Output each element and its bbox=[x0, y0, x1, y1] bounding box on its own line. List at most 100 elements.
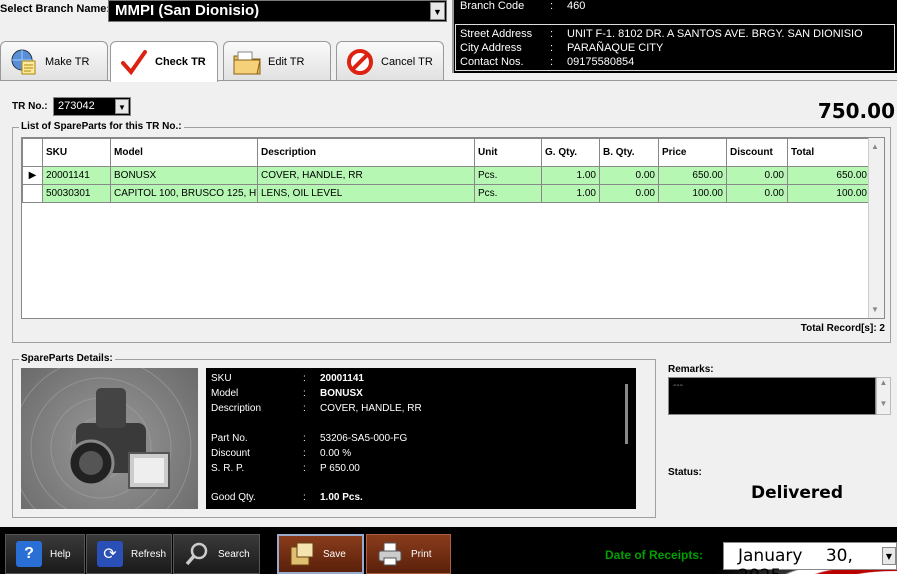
row-pointer-icon: ▶ bbox=[22, 166, 43, 185]
cell-price[interactable]: 650.00 bbox=[658, 166, 727, 185]
save-button[interactable]: Save bbox=[277, 534, 364, 574]
details-scrollbar[interactable] bbox=[625, 384, 628, 444]
refresh-icon: ⟳ bbox=[97, 541, 123, 567]
detail-model: BONUSX bbox=[320, 388, 363, 399]
scroll-down-icon[interactable]: ▼ bbox=[871, 305, 879, 314]
cell-description[interactable]: COVER, HANDLE, RR bbox=[257, 166, 475, 185]
col-sku[interactable]: SKU bbox=[42, 138, 111, 167]
tab-make-tr[interactable]: Make TR bbox=[0, 41, 108, 81]
tab-check-tr[interactable]: Check TR bbox=[110, 41, 218, 82]
detail-good-qty: 1.00 Pcs. bbox=[320, 492, 363, 503]
scroll-down-icon[interactable]: ▼ bbox=[877, 399, 890, 408]
checkmark-icon bbox=[119, 48, 149, 76]
info-frame bbox=[455, 24, 895, 71]
parts-list-title: List of SpareParts for this TR No.: bbox=[19, 121, 184, 132]
help-label: Help bbox=[50, 548, 71, 560]
grid-scrollbar[interactable]: ▲ ▼ bbox=[868, 138, 884, 318]
cell-model[interactable]: CAPITOL 100, BRUSCO 125, HY bbox=[110, 184, 258, 203]
tab-cancel-tr-label: Cancel TR bbox=[381, 55, 433, 68]
status-label: Status: bbox=[668, 467, 702, 478]
print-label: Print bbox=[411, 548, 432, 560]
globe-document-icon bbox=[9, 48, 39, 76]
cell-description[interactable]: LENS, OIL LEVEL bbox=[257, 184, 475, 203]
table-row[interactable]: ▶ 20001141 BONUSX COVER, HANDLE, RR Pcs.… bbox=[22, 166, 871, 185]
tr-no-select[interactable]: 273042 ▼ bbox=[53, 97, 131, 116]
col-unit[interactable]: Unit bbox=[474, 138, 542, 167]
col-price[interactable]: Price bbox=[658, 138, 727, 167]
details-title: SpareParts Details: bbox=[19, 353, 115, 364]
tab-make-tr-label: Make TR bbox=[45, 55, 90, 68]
tr-no-value: 273042 bbox=[58, 100, 95, 112]
date-month[interactable]: January bbox=[738, 546, 802, 566]
tab-check-tr-label: Check TR bbox=[155, 56, 206, 68]
help-button[interactable]: ? Help bbox=[5, 534, 85, 574]
part-image bbox=[21, 368, 198, 509]
detail-sku: 20001141 bbox=[320, 373, 364, 384]
chevron-down-icon[interactable]: ▼ bbox=[115, 99, 129, 114]
tab-cancel-tr[interactable]: Cancel TR bbox=[336, 41, 444, 81]
col-b-qty[interactable]: B. Qty. bbox=[599, 138, 659, 167]
search-button[interactable]: Search bbox=[173, 534, 260, 574]
remarks-label: Remarks: bbox=[668, 364, 714, 375]
cell-b-qty[interactable]: 0.00 bbox=[599, 166, 659, 185]
cell-g-qty[interactable]: 1.00 bbox=[541, 184, 600, 203]
total-records: Total Record[s]: 2 bbox=[800, 323, 885, 334]
cell-sku[interactable]: 20001141 bbox=[42, 166, 111, 185]
refresh-button[interactable]: ⟳ Refresh bbox=[86, 534, 172, 574]
branch-select[interactable]: MMPI (San Dionisio) ▼ bbox=[108, 0, 447, 22]
detail-discount: 0.00 % bbox=[320, 448, 352, 459]
cell-unit[interactable]: Pcs. bbox=[474, 184, 542, 203]
print-button[interactable]: Print bbox=[366, 534, 451, 574]
remarks-field[interactable]: --- bbox=[668, 377, 876, 415]
details-panel: SKU:20001141 Model: BONUSX Description: CO… bbox=[206, 368, 636, 509]
branch-code-label: Branch Code bbox=[460, 0, 525, 12]
search-icon bbox=[184, 541, 210, 567]
scroll-up-icon[interactable]: ▲ bbox=[877, 378, 890, 387]
col-description[interactable]: Description bbox=[257, 138, 475, 167]
row-indicator-header bbox=[22, 138, 43, 167]
detail-part-no: 53206-SA5-000-FG bbox=[320, 433, 408, 444]
cell-sku[interactable]: 50030301 bbox=[42, 184, 111, 203]
scroll-up-icon[interactable]: ▲ bbox=[871, 142, 879, 151]
cell-discount[interactable]: 0.00 bbox=[726, 166, 788, 185]
cell-b-qty[interactable]: 0.00 bbox=[599, 184, 659, 203]
table-row[interactable]: 50030301 CAPITOL 100, BRUSCO 125, HY LEN… bbox=[22, 184, 871, 203]
cell-g-qty[interactable]: 1.00 bbox=[541, 166, 600, 185]
search-label: Search bbox=[218, 548, 250, 560]
cell-total[interactable]: 100.00 bbox=[787, 184, 871, 203]
date-of-receipts-label: Date of Receipts: bbox=[605, 548, 704, 562]
grid-header-row: SKU Model Description Unit G. Qty. B. Qt… bbox=[22, 138, 871, 167]
date-of-receipts-picker[interactable]: January 30, 2025 ▼ bbox=[723, 542, 897, 574]
remarks-scrollbar[interactable]: ▲ ▼ bbox=[876, 377, 891, 415]
branch-value: MMPI (San Dionisio) bbox=[115, 2, 260, 19]
printer-icon bbox=[377, 541, 403, 567]
status-value: Delivered bbox=[751, 483, 843, 503]
tr-no-label: TR No.: bbox=[12, 101, 48, 112]
tab-edit-tr-label: Edit TR bbox=[268, 55, 305, 68]
cell-model[interactable]: BONUSX bbox=[110, 166, 258, 185]
detail-srp: P 650.00 bbox=[320, 463, 360, 474]
cancel-icon bbox=[345, 48, 375, 76]
col-discount[interactable]: Discount bbox=[726, 138, 788, 167]
folder-icon bbox=[232, 48, 262, 76]
col-model[interactable]: Model bbox=[110, 138, 258, 167]
total-amount: 750.00 bbox=[817, 99, 895, 123]
camera-icon bbox=[21, 368, 192, 509]
row-indicator bbox=[22, 184, 43, 203]
cell-total[interactable]: 650.00 bbox=[787, 166, 871, 185]
refresh-label: Refresh bbox=[131, 548, 167, 560]
cell-discount[interactable]: 0.00 bbox=[726, 184, 788, 203]
branch-code-value: 460 bbox=[567, 0, 586, 12]
parts-grid[interactable]: SKU Model Description Unit G. Qty. B. Qt… bbox=[21, 137, 885, 319]
col-g-qty[interactable]: G. Qty. bbox=[541, 138, 600, 167]
chevron-down-icon[interactable]: ▼ bbox=[430, 2, 445, 20]
col-total[interactable]: Total bbox=[787, 138, 871, 167]
cell-price[interactable]: 100.00 bbox=[658, 184, 727, 203]
help-icon: ? bbox=[16, 541, 42, 567]
detail-description: COVER, HANDLE, RR bbox=[320, 403, 422, 414]
chevron-down-icon[interactable]: ▼ bbox=[882, 547, 896, 565]
save-label: Save bbox=[323, 548, 346, 560]
save-icon bbox=[289, 541, 315, 567]
tab-edit-tr[interactable]: Edit TR bbox=[223, 41, 331, 81]
cell-unit[interactable]: Pcs. bbox=[474, 166, 542, 185]
